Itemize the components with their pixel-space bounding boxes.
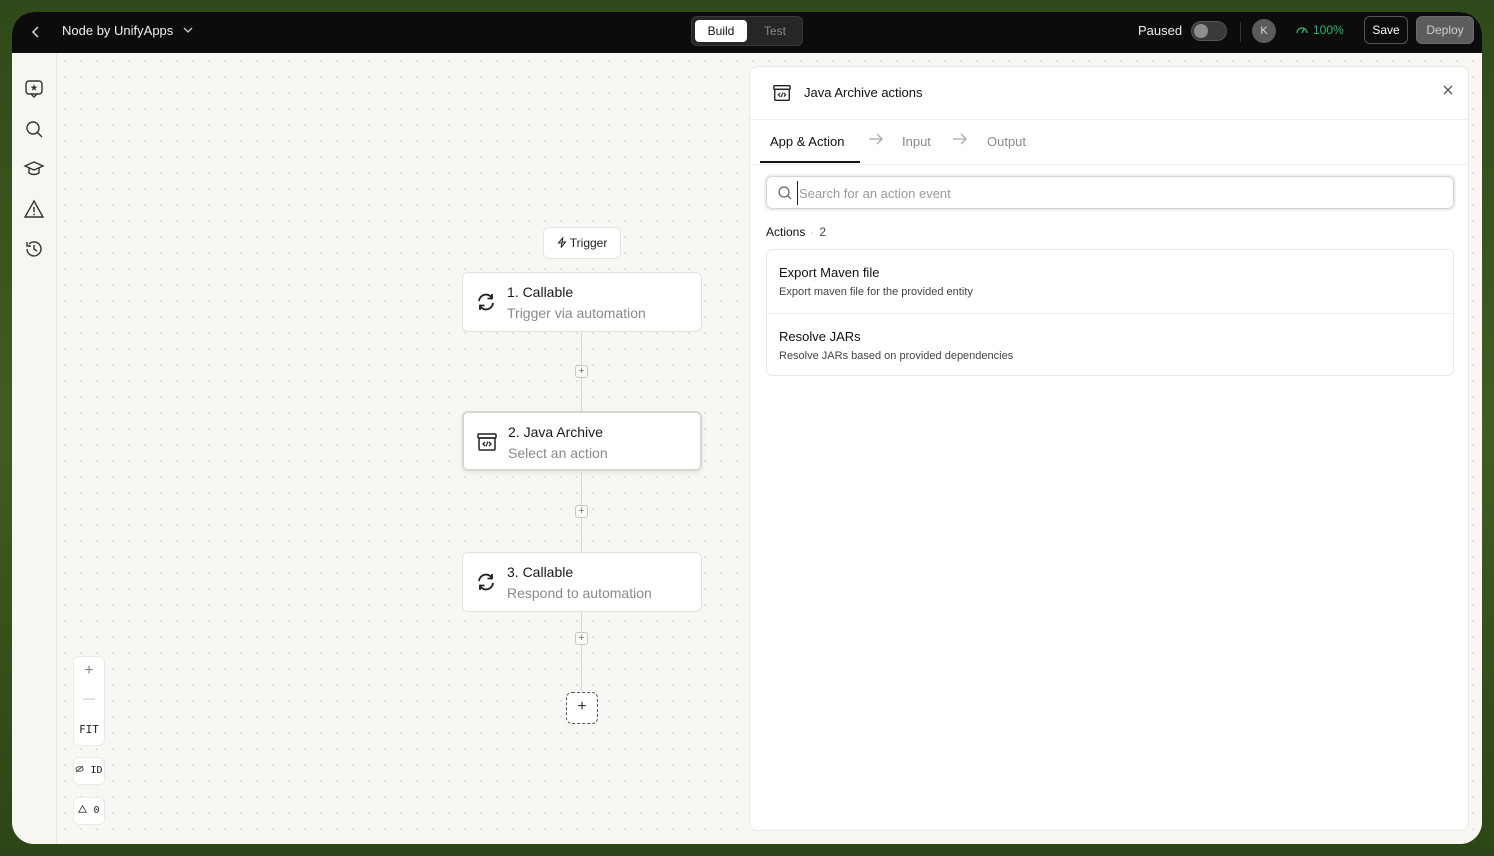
separator-dot: · [810, 225, 815, 239]
panel-header: Java Archive actions [750, 67, 1468, 120]
add-step-button[interactable]: + [575, 365, 588, 378]
tab-input[interactable]: Input [902, 134, 931, 149]
health-value: 100% [1313, 23, 1344, 37]
step-tabs: App & Action Input Output [750, 119, 1468, 165]
node-title: 1. Callable [507, 284, 574, 300]
add-step-button[interactable]: + [575, 632, 588, 645]
sync-icon [475, 291, 497, 313]
node-title: 2. Java Archive [508, 424, 603, 440]
eye-off-icon [75, 765, 90, 776]
tab-output[interactable]: Output [987, 134, 1026, 149]
toggle-ids-button[interactable]: ID [73, 757, 105, 785]
zoom-out-button[interactable]: — [74, 691, 104, 705]
paused-label: Paused [1138, 23, 1183, 38]
app-title: Node by UnifyApps [62, 23, 174, 38]
sync-icon [475, 571, 497, 593]
fit-view-button[interactable]: FIT [74, 723, 104, 736]
actions-panel: Java Archive actions App & Action Input … [749, 66, 1469, 831]
arrow-right-icon [952, 132, 968, 150]
deploy-button[interactable]: Deploy [1416, 16, 1474, 44]
paused-toggle[interactable] [1191, 21, 1227, 41]
top-bar: Node by UnifyApps Build Test Paused K 10… [12, 12, 1482, 53]
search-icon [777, 185, 793, 201]
trigger-label: Trigger [569, 236, 608, 250]
test-tab[interactable]: Test [750, 20, 800, 42]
chevron-down-icon [183, 25, 193, 38]
action-description: Resolve JARs based on provided dependenc… [779, 350, 1014, 362]
tab-app-action[interactable]: App & Action [770, 134, 844, 149]
list-item-export-maven[interactable]: Export Maven file Export maven file for … [767, 250, 1453, 313]
app-window: Node by UnifyApps Build Test Paused K 10… [12, 12, 1482, 844]
node-subtitle: Trigger via automation [507, 305, 646, 321]
search-icon[interactable] [23, 118, 45, 140]
warnings-count: 0 [93, 805, 100, 816]
archive-code-icon [772, 83, 792, 103]
build-tab[interactable]: Build [695, 20, 747, 42]
trigger-chip[interactable]: Trigger [543, 227, 621, 259]
active-tab-indicator [760, 161, 860, 163]
ai-assistant-icon[interactable] [23, 78, 45, 100]
warnings-button[interactable]: 0 [73, 797, 105, 825]
node-subtitle: Respond to automation [507, 585, 652, 601]
warning-icon [78, 804, 93, 816]
avatar[interactable]: K [1252, 19, 1276, 43]
panel-title: Java Archive actions [804, 85, 923, 100]
action-title: Resolve JARs [779, 329, 861, 344]
warning-icon[interactable] [23, 198, 45, 220]
gauge-icon [1296, 24, 1308, 37]
toggle-knob [1194, 24, 1208, 38]
mode-toggle: Build Test [691, 16, 803, 46]
health-indicator: 100% [1296, 23, 1344, 37]
back-chevron-icon[interactable] [26, 22, 46, 42]
close-icon[interactable] [1442, 83, 1454, 99]
action-description: Export maven file for the provided entit… [779, 286, 973, 298]
save-button[interactable]: Save [1364, 16, 1408, 44]
node-subtitle: Select an action [508, 445, 608, 461]
workflow-node-callable-trigger[interactable]: 1. Callable Trigger via automation [462, 272, 702, 332]
actions-list: Export Maven file Export maven file for … [766, 249, 1454, 376]
zoom-controls: + — FIT [73, 656, 105, 746]
search-input[interactable] [797, 181, 1441, 205]
app-title-dropdown[interactable]: Node by UnifyApps [62, 23, 193, 38]
arrow-right-icon [868, 132, 884, 150]
history-icon[interactable] [23, 238, 45, 260]
node-title: 3. Callable [507, 564, 574, 580]
learn-icon[interactable] [23, 158, 45, 180]
actions-count: 2 [819, 225, 827, 239]
id-label: ID [90, 765, 103, 776]
action-title: Export Maven file [779, 265, 880, 280]
workflow-node-callable-respond[interactable]: 3. Callable Respond to automation [462, 552, 702, 612]
actions-header: Actions · 2 [766, 225, 826, 239]
add-step-button[interactable]: + [575, 505, 588, 518]
connector-line [581, 612, 582, 692]
divider [1240, 22, 1241, 42]
action-search [766, 176, 1454, 209]
archive-code-icon [476, 431, 498, 453]
workflow-node-java-archive[interactable]: 2. Java Archive Select an action [462, 411, 702, 471]
add-final-step-button[interactable]: + [566, 692, 598, 724]
left-sidebar [12, 53, 57, 844]
list-item-resolve-jars[interactable]: Resolve JARs Resolve JARs based on provi… [767, 313, 1453, 375]
actions-label: Actions [766, 225, 806, 239]
lightning-icon [557, 236, 570, 250]
zoom-in-button[interactable]: + [74, 662, 104, 680]
